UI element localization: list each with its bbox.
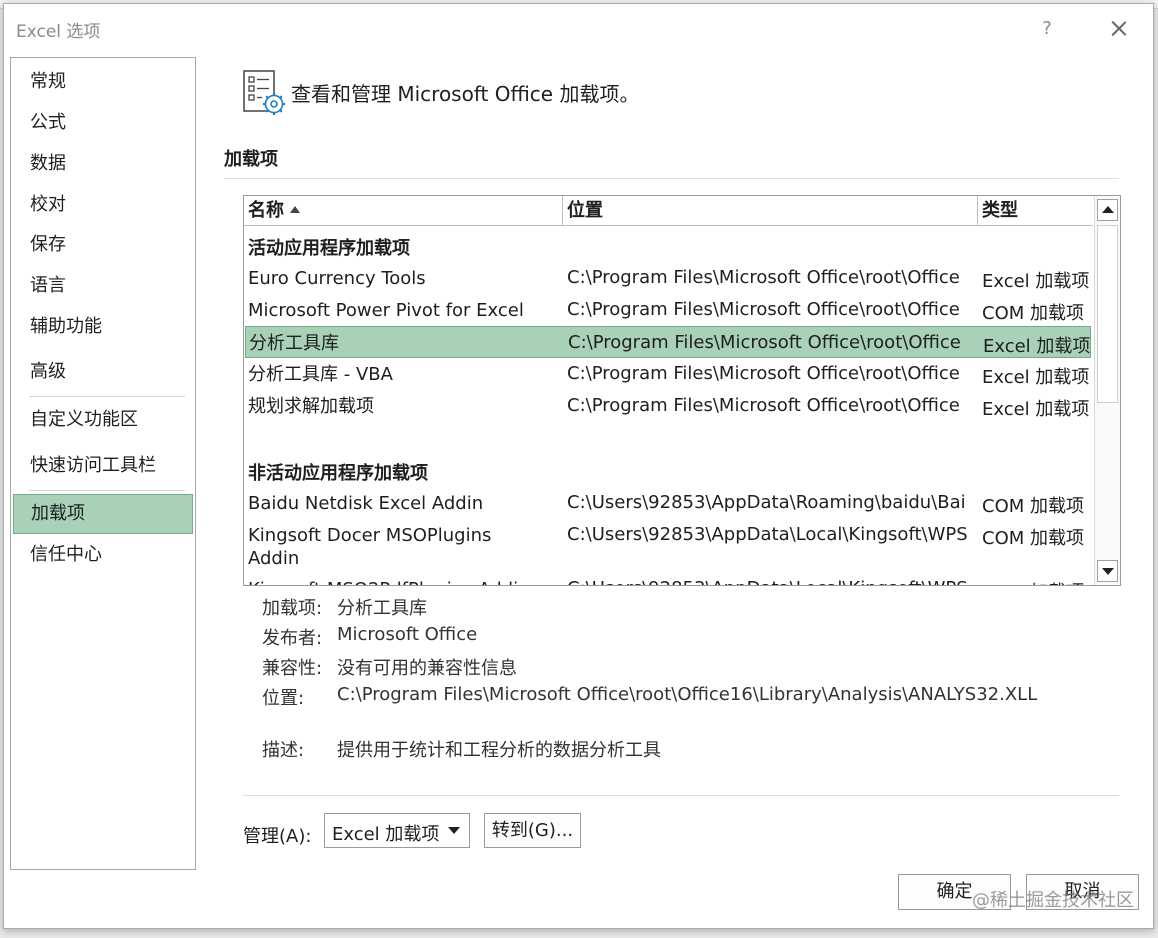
- addin-label: 加载项:: [262, 598, 323, 619]
- watermark: @稀土掘金技术社区: [972, 890, 1134, 911]
- group-header-inactive: 非活动应用程序加载项: [248, 463, 428, 484]
- table-row[interactable]: Microsoft Power Pivot for Excel C:\Progr…: [245, 294, 1091, 326]
- manage-divider: [243, 795, 1119, 796]
- chevron-down-icon: [448, 827, 460, 834]
- compatibility-label: 兼容性:: [262, 658, 323, 679]
- addin-value: 分析工具库: [337, 598, 427, 619]
- sidebar-item-addins[interactable]: 加载项: [13, 494, 193, 534]
- sidebar-item-formulas[interactable]: 公式: [11, 103, 193, 143]
- column-header-name[interactable]: 名称: [244, 196, 562, 226]
- sort-ascending-icon: [290, 205, 300, 213]
- table-row[interactable]: 分析工具库 - VBA C:\Program Files\Microsoft O…: [245, 358, 1091, 390]
- close-icon[interactable]: [1104, 14, 1134, 44]
- table-row-selected[interactable]: 分析工具库 C:\Program Files\Microsoft Office\…: [245, 326, 1091, 358]
- sidebar-item-language[interactable]: 语言: [11, 266, 193, 306]
- publisher-value: Microsoft Office: [337, 624, 478, 645]
- sidebar-divider: [29, 490, 185, 491]
- options-sidebar: 常规 公式 数据 校对 保存 语言 辅助功能 高级 自定义功能区 快速访问工具栏…: [10, 57, 196, 870]
- sidebar-item-data[interactable]: 数据: [11, 144, 193, 184]
- description-label: 描述:: [262, 740, 305, 761]
- dialog-title: Excel 选项: [16, 22, 101, 42]
- compatibility-value: 没有可用的兼容性信息: [337, 658, 517, 679]
- section-divider: [224, 178, 1119, 179]
- publisher-label: 发布者:: [262, 628, 323, 649]
- list-scrollbar[interactable]: [1094, 196, 1120, 585]
- sidebar-item-general[interactable]: 常规: [11, 62, 193, 102]
- sidebar-item-quick-access-toolbar[interactable]: 快速访问工具栏: [11, 446, 193, 486]
- sidebar-item-customize-ribbon[interactable]: 自定义功能区: [11, 400, 193, 440]
- manage-label: 管理(A):: [243, 826, 312, 847]
- sidebar-item-accessibility[interactable]: 辅助功能: [11, 307, 193, 347]
- scroll-up-icon[interactable]: [1097, 199, 1118, 221]
- table-row[interactable]: Baidu Netdisk Excel Addin C:\Users\92853…: [245, 487, 1091, 519]
- page-heading: 查看和管理 Microsoft Office 加载项。: [291, 82, 640, 106]
- scrollbar-thumb[interactable]: [1097, 225, 1118, 403]
- help-button[interactable]: ?: [1034, 14, 1060, 44]
- sidebar-item-save[interactable]: 保存: [11, 225, 193, 265]
- manage-dropdown-value: Excel 加载项: [332, 824, 440, 845]
- sidebar-item-advanced[interactable]: 高级: [11, 352, 193, 392]
- goto-button[interactable]: 转到(G)...: [484, 813, 581, 848]
- table-row[interactable]: 规划求解加载项 C:\Program Files\Microsoft Offic…: [245, 390, 1091, 422]
- location-label: 位置:: [262, 688, 305, 709]
- sidebar-item-proofing[interactable]: 校对: [11, 185, 193, 225]
- column-header-location[interactable]: 位置: [563, 196, 977, 226]
- table-row[interactable]: Kingsoft Docer MSOPlugins Addin C:\Users…: [245, 519, 1091, 573]
- addins-gear-icon: [242, 68, 286, 118]
- group-header-active: 活动应用程序加载项: [248, 238, 410, 259]
- table-row[interactable]: Kingsoft MSO2PdfPlugins Addin C:\Users\9…: [245, 573, 1091, 585]
- addins-list[interactable]: 名称 位置 类型 活动应用程序加载项 Euro Currency Tools C…: [243, 195, 1121, 586]
- section-title: 加载项: [224, 149, 278, 170]
- description-value: 提供用于统计和工程分析的数据分析工具: [337, 740, 661, 761]
- manage-dropdown[interactable]: Excel 加载项: [324, 813, 470, 848]
- sidebar-item-trust-center[interactable]: 信任中心: [11, 535, 193, 575]
- sidebar-divider: [29, 396, 185, 397]
- scroll-down-icon[interactable]: [1097, 560, 1118, 582]
- location-value: C:\Program Files\Microsoft Office\root\O…: [337, 684, 1038, 705]
- column-header-type[interactable]: 类型: [978, 196, 1093, 226]
- table-row[interactable]: Euro Currency Tools C:\Program Files\Mic…: [245, 262, 1091, 294]
